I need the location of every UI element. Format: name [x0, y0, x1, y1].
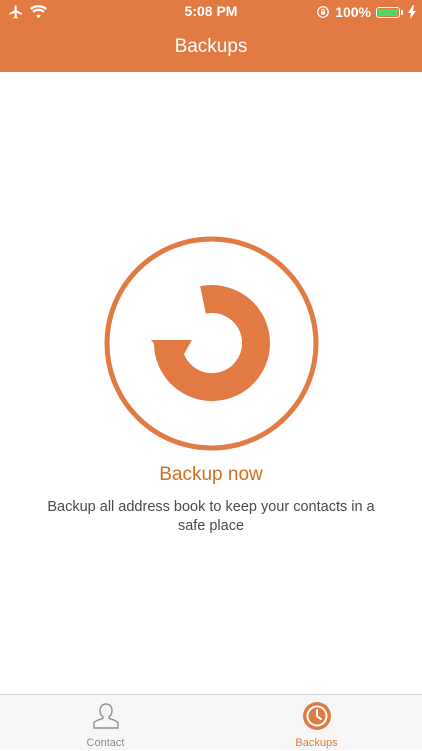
- tab-backups[interactable]: Backups: [211, 695, 422, 751]
- battery-tip: [401, 9, 403, 15]
- battery-icon: [376, 6, 400, 18]
- person-icon: [92, 703, 119, 729]
- header: 5:08 PM 100% Backups: [0, 0, 422, 72]
- status-bar: 5:08 PM 100%: [0, 0, 422, 24]
- tab-contact[interactable]: Contact: [0, 695, 211, 751]
- backup-refresh-icon: [151, 285, 270, 402]
- charging-icon: [408, 5, 416, 19]
- backup-now-button[interactable]: [104, 236, 319, 451]
- page-title: Backups: [174, 36, 248, 57]
- status-right: 100%: [316, 2, 416, 22]
- battery-percentage: 100%: [335, 4, 371, 20]
- tab-contact-label: Contact: [86, 737, 125, 749]
- tab-bar: Contact Backups: [0, 694, 422, 750]
- rotation-lock-icon: [317, 6, 330, 18]
- clock-icon: [302, 702, 331, 730]
- battery-fill: [378, 8, 398, 16]
- backup-description: Backup all address book to keep your con…: [47, 499, 375, 534]
- backup-now-label[interactable]: Backup now: [0, 464, 422, 486]
- tab-backups-label: Backups: [295, 737, 338, 749]
